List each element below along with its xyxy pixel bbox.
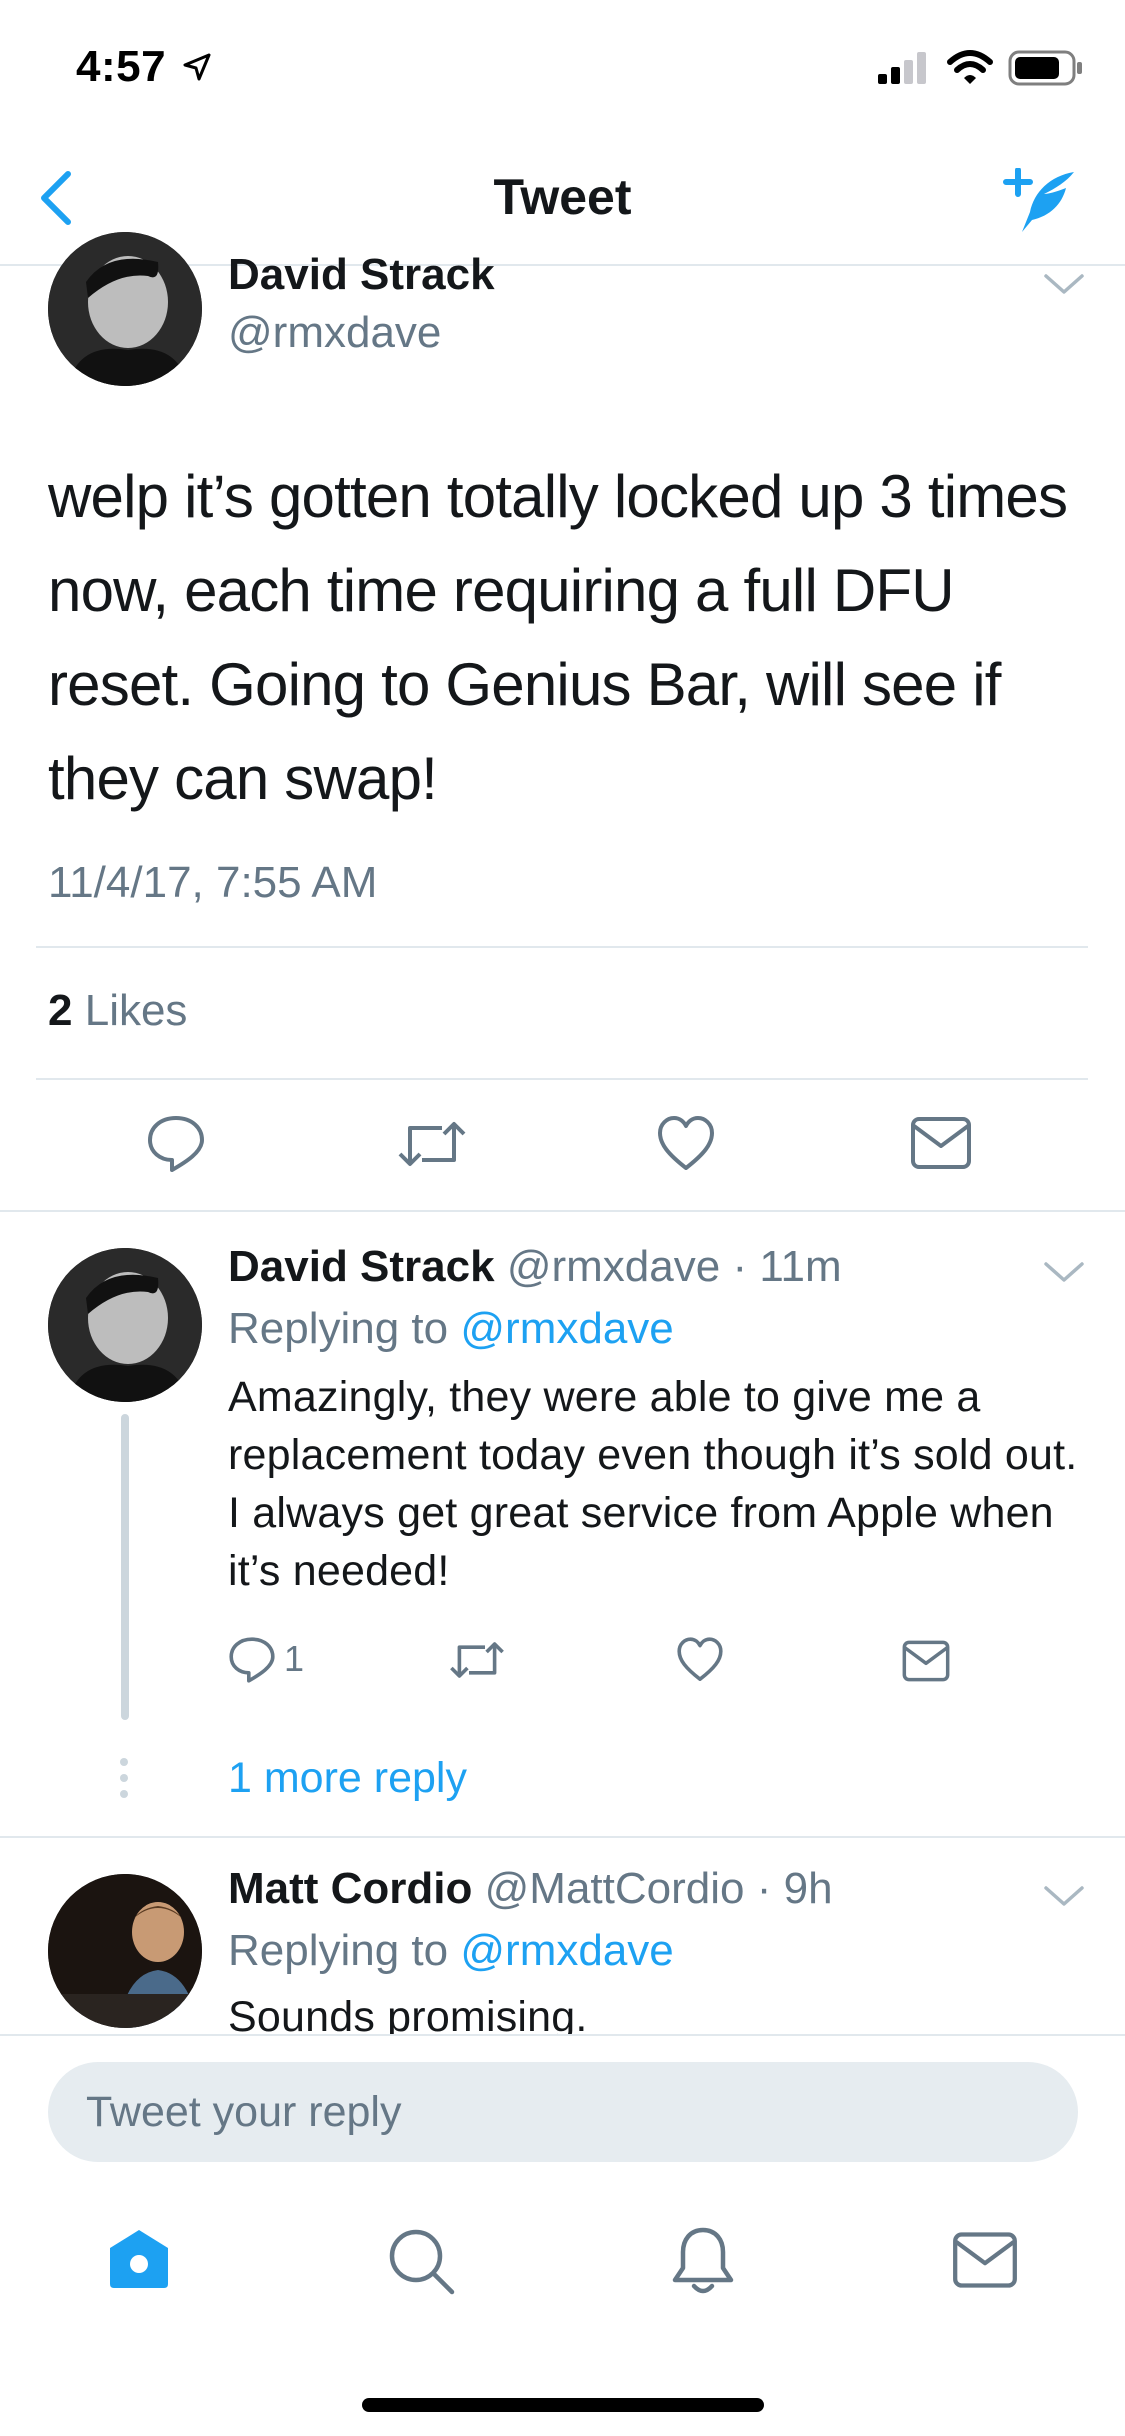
more-dots-icon bbox=[118, 1756, 130, 1800]
avatar[interactable] bbox=[48, 232, 202, 386]
avatar[interactable] bbox=[48, 1874, 202, 2028]
reply-time: · 9h bbox=[756, 1864, 833, 1913]
like-button[interactable] bbox=[656, 1114, 716, 1174]
like-button[interactable] bbox=[676, 1636, 724, 1684]
likes-label: Likes bbox=[84, 986, 188, 1035]
share-button[interactable] bbox=[902, 1640, 950, 1682]
tweet-timestamp: 11/4/17, 7:55 AM bbox=[48, 858, 378, 907]
replying-to: Replying to @rmxdave bbox=[228, 1926, 674, 1976]
chevron-down-icon[interactable] bbox=[1042, 272, 1086, 298]
reply-author-handle[interactable]: @MattCordio bbox=[485, 1864, 745, 1913]
replying-to-label: Replying to bbox=[228, 1304, 449, 1353]
divider bbox=[0, 1210, 1125, 1212]
chevron-down-icon[interactable] bbox=[1042, 1260, 1086, 1286]
chevron-down-icon[interactable] bbox=[1042, 1884, 1086, 1910]
messages-icon[interactable] bbox=[952, 2230, 1018, 2290]
home-indicator bbox=[362, 2398, 764, 2412]
reply-header: David Strack @rmxdave · 11m bbox=[228, 1242, 842, 1292]
retweet-button[interactable] bbox=[448, 1636, 506, 1684]
reply-author-name[interactable]: David Strack bbox=[228, 1242, 495, 1291]
compose-tweet-button[interactable] bbox=[1000, 168, 1084, 236]
reply-button[interactable] bbox=[146, 1114, 206, 1174]
tweet-text: welp it’s gotten totally locked up 3 tim… bbox=[48, 463, 1068, 812]
divider bbox=[36, 946, 1088, 948]
reply-header: Matt Cordio @MattCordio · 9h bbox=[228, 1864, 833, 1914]
reply-count: 1 bbox=[284, 1638, 305, 1679]
thread-line bbox=[121, 1414, 129, 1720]
author-name[interactable]: David Strack bbox=[228, 250, 495, 300]
reply-input[interactable]: Tweet your reply bbox=[48, 2062, 1078, 2162]
location-arrow-icon bbox=[182, 52, 212, 82]
divider bbox=[36, 1078, 1088, 1080]
replying-to-label: Replying to bbox=[228, 1926, 449, 1975]
reply-time: · 11m bbox=[732, 1242, 842, 1291]
search-icon[interactable] bbox=[386, 2226, 456, 2296]
replying-to-handle[interactable]: @rmxdave bbox=[460, 1926, 673, 1975]
avatar[interactable] bbox=[48, 1248, 202, 1402]
more-replies-link[interactable]: 1 more reply bbox=[228, 1754, 467, 1803]
composer-divider bbox=[0, 2034, 1125, 2036]
retweet-button[interactable] bbox=[396, 1114, 468, 1174]
reply-button[interactable] bbox=[228, 1636, 276, 1684]
signal-icon bbox=[876, 50, 928, 86]
page-title: Tweet bbox=[493, 169, 632, 225]
wifi-icon bbox=[946, 48, 994, 86]
home-icon[interactable] bbox=[106, 2226, 172, 2292]
likes-stat[interactable]: 2 Likes bbox=[48, 986, 187, 1036]
reply-author-name[interactable]: Matt Cordio bbox=[228, 1864, 472, 1913]
battery-icon bbox=[1008, 50, 1084, 86]
reply-2-container: Matt Cordio @MattCordio · 9h Replying to… bbox=[0, 1838, 1125, 2034]
replying-to-handle[interactable]: @rmxdave bbox=[460, 1304, 673, 1353]
share-button[interactable] bbox=[910, 1116, 972, 1170]
replying-to: Replying to @rmxdave bbox=[228, 1304, 674, 1354]
notifications-icon[interactable] bbox=[670, 2224, 736, 2298]
author-handle[interactable]: @rmxdave bbox=[228, 308, 441, 358]
reply-text: Sounds promising. bbox=[228, 1993, 588, 2034]
likes-count: 2 bbox=[48, 986, 73, 1035]
reply-text: Amazingly, they were able to give me a r… bbox=[228, 1373, 1078, 1595]
reply-author-handle[interactable]: @rmxdave bbox=[507, 1242, 720, 1291]
status-time: 4:57 bbox=[76, 42, 167, 91]
